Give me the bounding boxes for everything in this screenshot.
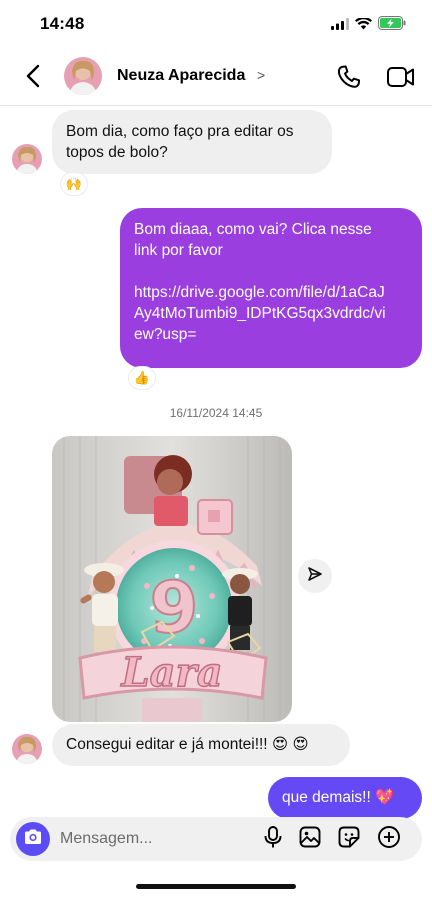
message-link-line[interactable]: https://drive.google.com/file/d/1aCaJ	[134, 282, 408, 303]
chat-header: Neuza Aparecida >	[0, 52, 432, 104]
plus-circle-icon	[377, 825, 401, 854]
message-line: Bom diaaa, como vai? Clica nesse	[134, 221, 372, 238]
message-bubble-incoming[interactable]: Consegui editar e já montei!!! 😍 😍	[52, 724, 350, 766]
microphone-button[interactable]	[260, 825, 286, 854]
contact-avatar[interactable]	[64, 57, 102, 95]
sticker-icon	[337, 825, 361, 854]
more-options-button[interactable]	[376, 825, 402, 854]
video-camera-icon	[386, 67, 416, 95]
camera-button[interactable]	[16, 822, 50, 856]
message-bubble-outgoing[interactable]: Bom diaaa, como vai? Clica nesse link po…	[120, 208, 422, 368]
back-chevron-icon	[26, 64, 40, 93]
sender-avatar[interactable]	[12, 144, 42, 174]
image-icon	[298, 825, 322, 854]
send-icon	[307, 566, 323, 587]
cake-topper-image: 9 Lara	[52, 436, 292, 722]
header-divider	[0, 105, 432, 106]
signal-icon	[331, 17, 349, 35]
back-button[interactable]	[20, 64, 46, 92]
message-line: Bom dia, como faço pra editar os	[66, 123, 294, 140]
message-composer	[10, 817, 422, 861]
status-icons	[331, 16, 406, 35]
message-text: Consegui editar e já montei!!! 😍 😍	[66, 736, 309, 753]
reaction-badge[interactable]: 👍	[128, 366, 156, 390]
phone-icon	[335, 65, 363, 95]
message-link-line[interactable]: ew?usp=	[134, 324, 408, 345]
home-indicator[interactable]	[136, 884, 296, 889]
voice-call-button[interactable]	[335, 63, 363, 91]
status-bar: 14:48	[0, 0, 432, 50]
reaction-badge[interactable]: 🙌	[60, 172, 88, 196]
message-bubble-incoming[interactable]: Bom dia, como faço pra editar os topos d…	[52, 110, 332, 174]
message-link-line[interactable]: Ay4tMoTumbi9_IDPtKG5qx3vdrdc/vi	[134, 303, 408, 324]
video-call-button[interactable]	[386, 63, 416, 91]
message-line: topos de bolo?	[66, 144, 168, 161]
message-line	[134, 261, 408, 282]
message-input[interactable]	[60, 828, 240, 850]
share-photo-button[interactable]	[298, 559, 332, 593]
message-timestamp: 16/11/2024 14:45	[169, 406, 263, 420]
message-line: link por favor	[134, 242, 223, 259]
contact-name[interactable]: Neuza Aparecida	[117, 67, 245, 85]
microphone-icon	[263, 825, 283, 854]
message-bubble-outgoing[interactable]: que demais!! 💖	[268, 777, 422, 819]
sticker-button[interactable]	[336, 826, 362, 852]
contact-details-chevron-icon[interactable]: >	[257, 67, 265, 83]
message-text: que demais!! 💖	[282, 789, 395, 806]
sender-avatar[interactable]	[12, 734, 42, 764]
wifi-icon	[355, 16, 372, 35]
status-time: 14:48	[40, 14, 85, 33]
camera-icon	[23, 828, 43, 851]
gallery-button[interactable]	[297, 826, 323, 852]
shared-photo[interactable]: 9 Lara	[52, 436, 292, 722]
topper-name-text: Lara	[120, 649, 222, 696]
battery-icon	[378, 16, 406, 35]
